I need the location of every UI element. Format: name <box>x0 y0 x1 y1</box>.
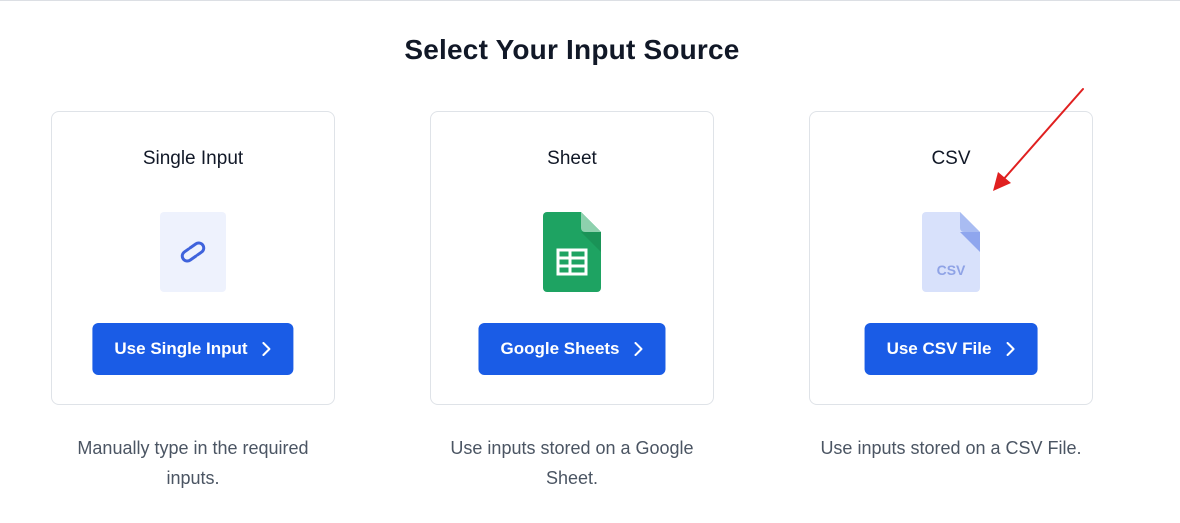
annotation-arrow <box>993 88 1084 191</box>
page: Select Your Input Source Single Input Us… <box>0 0 1180 523</box>
